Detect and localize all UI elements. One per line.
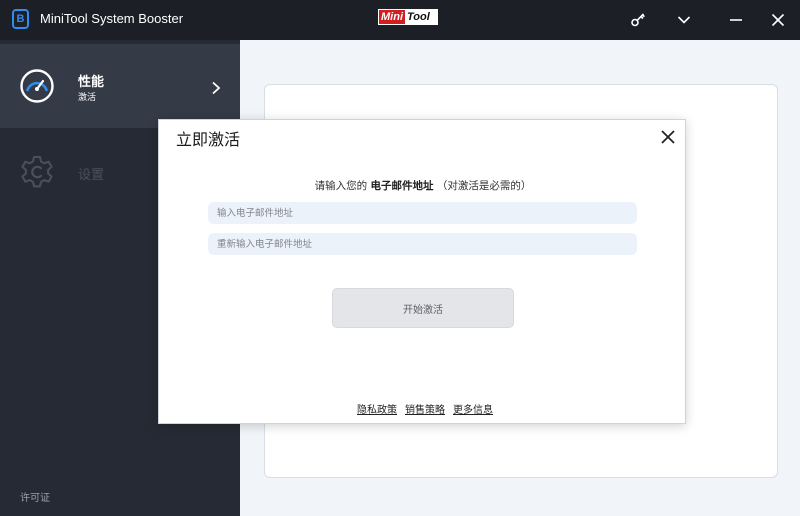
activate-button[interactable]: 开始激活 — [332, 288, 514, 328]
sidebar-item-performance[interactable]: 性能 激活 — [0, 44, 240, 128]
license-key-button[interactable] — [626, 8, 650, 32]
privacy-policy-link[interactable]: 隐私政策 — [357, 401, 397, 416]
minimize-icon — [730, 19, 742, 21]
sidebar-item-sublabel: 激活 — [78, 93, 97, 103]
sales-policy-link[interactable]: 销售策略 — [405, 401, 445, 416]
prompt-required-note: （对激活是必需的） — [436, 180, 532, 192]
menu-dropdown-button[interactable] — [672, 8, 696, 32]
chevron-down-icon — [677, 16, 691, 24]
brand-tool-text: Tool — [405, 10, 432, 24]
license-link[interactable]: 许可证 — [20, 489, 50, 504]
more-info-link[interactable]: 更多信息 — [453, 401, 493, 416]
dialog-prompt: 请输入您的 电子邮件地址 （对激活是必需的） — [159, 178, 687, 193]
minitool-brand-logo: Mini Tool — [378, 9, 438, 25]
brand-mini-text: Mini — [379, 10, 405, 24]
close-icon — [771, 13, 785, 27]
sidebar-item-label: 性能 — [78, 75, 105, 90]
close-icon[interactable] — [659, 128, 677, 146]
close-window-button[interactable] — [766, 8, 790, 32]
prompt-text: 请输入您的 — [314, 180, 368, 192]
app-logo-icon: B — [12, 9, 29, 29]
prompt-email-emphasis: 电子邮件地址 — [370, 180, 434, 192]
speedometer-icon — [20, 69, 54, 103]
minimize-button[interactable] — [724, 8, 748, 32]
reenter-email-input[interactable] — [208, 233, 637, 255]
activation-dialog: 立即激活 请输入您的 电子邮件地址 （对激活是必需的） 开始激活 隐私政策 销售… — [158, 119, 686, 424]
dialog-footer-links: 隐私政策 销售策略 更多信息 — [357, 401, 493, 416]
chevron-right-icon — [212, 81, 221, 95]
gear-icon — [21, 156, 53, 188]
email-input[interactable] — [208, 202, 637, 224]
app-window: B MiniTool System Booster Mini Tool 性能 激… — [0, 0, 800, 516]
dialog-title: 立即激活 — [176, 130, 241, 149]
sidebar-item-label: 设置 — [78, 168, 105, 183]
app-title: MiniTool System Booster — [40, 11, 184, 26]
key-icon — [631, 13, 645, 27]
title-bar: B MiniTool System Booster Mini Tool — [0, 0, 800, 40]
